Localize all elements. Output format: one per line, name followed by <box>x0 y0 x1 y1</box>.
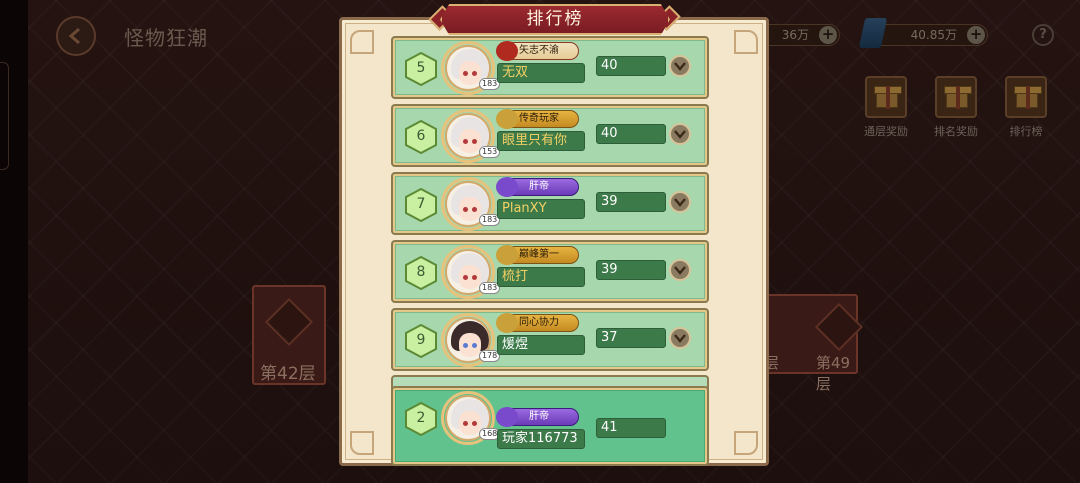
floor-label: 第49层 <box>816 354 851 393</box>
rank-row: 9 178 同心协力 煖煜 37 <box>391 308 709 371</box>
expand-details-button[interactable] <box>669 327 691 349</box>
monster-icon <box>814 302 864 352</box>
player-score: 40 <box>596 124 666 144</box>
chevron-down-icon <box>674 62 686 71</box>
leaderboard-button[interactable] <box>1005 76 1047 118</box>
back-button[interactable] <box>56 16 96 56</box>
rank-reward-button[interactable] <box>935 76 977 118</box>
self-rank-row: 2 168 肝帝 玩家116773 41 <box>391 386 709 466</box>
player-title-text: 肝帝 <box>529 181 549 192</box>
currency-gem-value: 40.85万 <box>910 28 957 42</box>
clear-reward-button[interactable] <box>865 76 907 118</box>
rank-number: 5 <box>416 60 426 76</box>
chevron-down-icon <box>674 130 686 139</box>
chevron-down-icon <box>674 198 686 207</box>
floor-card-42[interactable]: 第42层 <box>252 285 326 385</box>
rank-badge: 6 <box>405 120 437 154</box>
player-name: PlanXY <box>497 199 585 219</box>
player-title-text: 传奇玩家 <box>519 113 559 124</box>
player-name: 玩家116773 <box>497 429 585 449</box>
gift-box-icon <box>944 86 972 109</box>
title-emblem-icon <box>496 109 518 129</box>
title-emblem-icon <box>496 245 518 265</box>
expand-details-button[interactable] <box>669 191 691 213</box>
rank-number: 7 <box>416 196 426 212</box>
leaderboard-label: 排行榜 <box>1009 125 1043 138</box>
floor-label: 第42层 <box>260 364 316 384</box>
chevron-down-icon <box>674 334 686 343</box>
rank-number: 9 <box>416 332 426 348</box>
monster-icon <box>264 297 314 347</box>
corner-ornament <box>350 431 374 455</box>
player-title-badge: 传奇玩家 <box>496 109 579 129</box>
book-icon <box>496 407 518 427</box>
currency-gold-value: 36万 <box>781 28 809 42</box>
player-name: 无双 <box>497 63 585 83</box>
player-title-text: 肝帝 <box>529 411 549 422</box>
rank-badge: 7 <box>405 188 437 222</box>
rank-row: 6 153 传奇玩家 眼里只有你 40 <box>391 104 709 167</box>
rank-row: 8 183 巅峰第一 梳打 39 <box>391 240 709 303</box>
expand-details-button[interactable] <box>669 55 691 77</box>
player-title-badge: 巅峰第一 <box>496 245 579 265</box>
corner-ornament <box>734 30 758 54</box>
player-title-badge: 肝帝 <box>496 407 579 427</box>
player-score: 37 <box>596 328 666 348</box>
leaderboard-title: 排行榜 <box>440 4 670 35</box>
player-name: 梳打 <box>497 267 585 287</box>
clear-reward-label: 通层奖励 <box>864 125 908 138</box>
rank-badge: 9 <box>405 324 437 358</box>
player-title-badge: 矢志不渝 <box>496 41 579 61</box>
rank-number: 8 <box>416 264 426 280</box>
player-score: 40 <box>596 56 666 76</box>
player-score: 39 <box>596 260 666 280</box>
help-button[interactable]: ? <box>1032 24 1054 46</box>
player-title-text: 同心协力 <box>519 317 559 328</box>
side-drawer-tab[interactable] <box>0 62 9 170</box>
floor-card-49[interactable]: 层 第49层 <box>762 294 864 393</box>
expand-details-button[interactable] <box>669 123 691 145</box>
corner-ornament <box>734 431 758 455</box>
player-title-text: 巅峰第一 <box>519 249 559 260</box>
player-title-badge: 肝帝 <box>496 177 579 197</box>
rank-badge: 2 <box>405 402 437 436</box>
gift-box-icon <box>874 86 902 109</box>
add-gold-button[interactable]: + <box>819 26 837 44</box>
player-name: 眼里只有你 <box>497 131 585 151</box>
player-score: 41 <box>596 418 666 438</box>
player-title-badge: 同心协力 <box>496 313 579 333</box>
title-emblem-icon <box>496 177 518 197</box>
rank-number: 6 <box>416 128 426 144</box>
add-gem-button[interactable]: + <box>967 26 985 44</box>
back-arrow-icon <box>68 27 80 45</box>
player-name: 煖煜 <box>497 335 585 355</box>
rank-badge: 5 <box>405 52 437 86</box>
title-emblem-icon <box>496 41 518 61</box>
rank-reward-label: 排名奖励 <box>934 125 978 138</box>
rank-badge: 8 <box>405 256 437 290</box>
player-score: 39 <box>596 192 666 212</box>
scene-title: 怪物狂潮 <box>124 26 208 50</box>
corner-ornament <box>350 30 374 54</box>
rank-row: 7 183 肝帝 PlanXY 39 <box>391 172 709 235</box>
expand-details-button[interactable] <box>669 259 691 281</box>
currency-gem: 40.85万 + <box>870 24 988 46</box>
chevron-down-icon <box>674 266 686 275</box>
player-title-text: 矢志不渝 <box>519 45 559 56</box>
title-emblem-icon <box>496 313 518 333</box>
gift-box-icon <box>1014 86 1042 109</box>
rank-row: 5 183 矢志不渝 无双 40 <box>391 36 709 99</box>
rank-number: 2 <box>416 410 426 426</box>
